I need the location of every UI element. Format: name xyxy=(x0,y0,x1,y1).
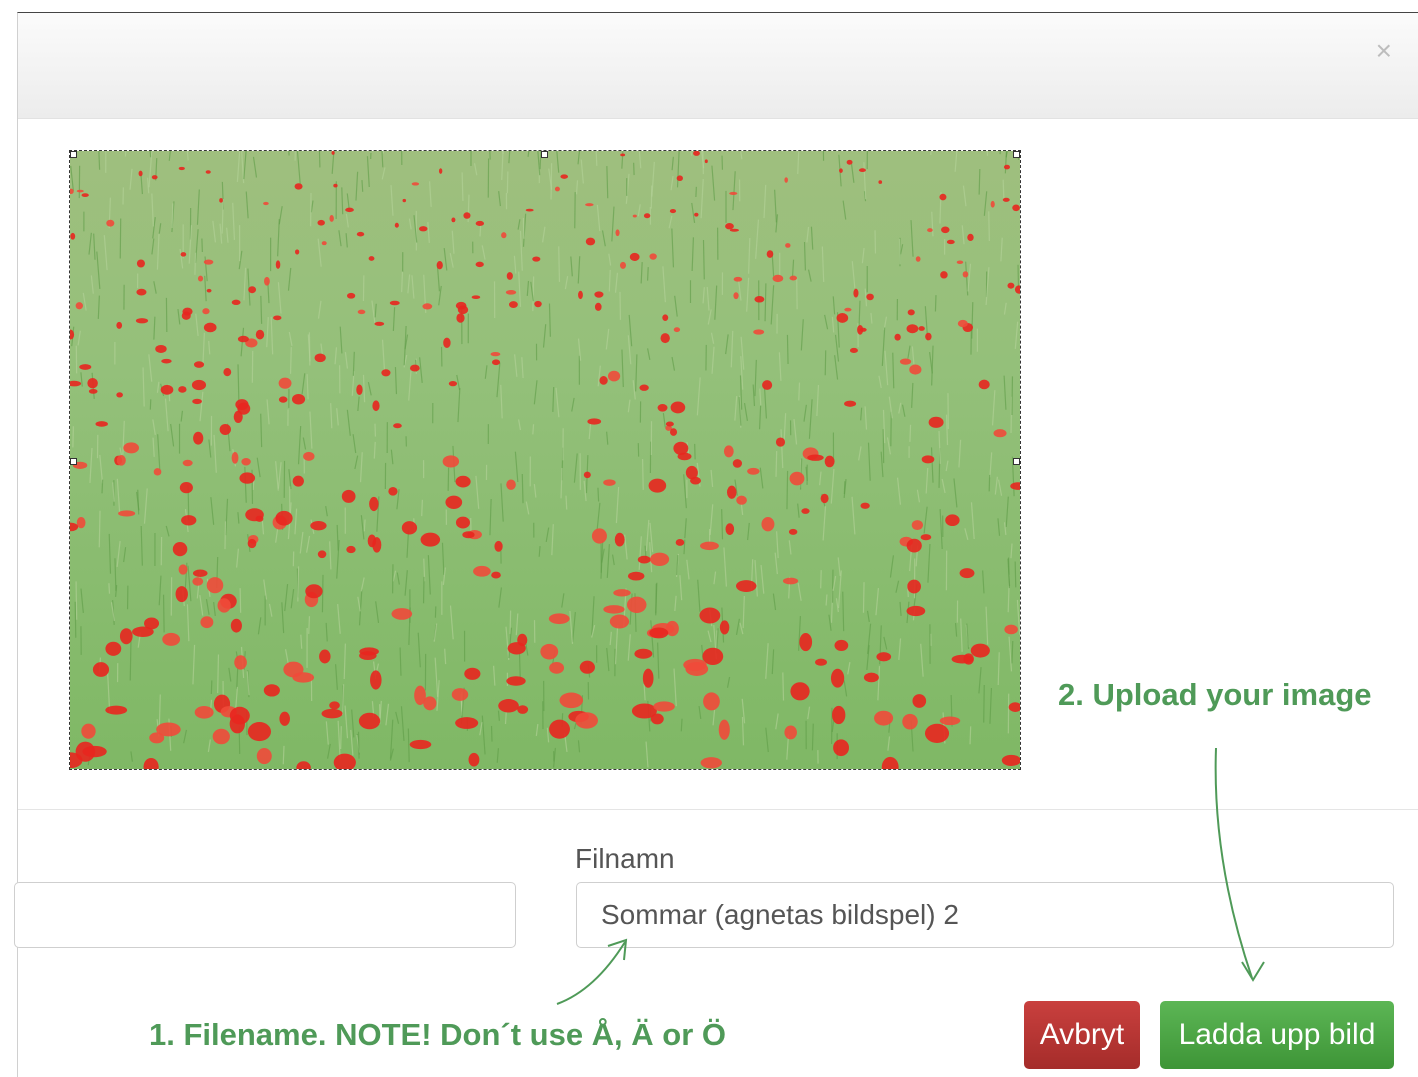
filename-field[interactable] xyxy=(576,882,1394,948)
image-crop-preview[interactable] xyxy=(69,150,1021,770)
poppy-field-image xyxy=(70,151,1020,769)
filename-label: Filnamn xyxy=(575,843,675,874)
section-divider xyxy=(18,809,1418,810)
crop-handle[interactable] xyxy=(70,151,77,158)
close-icon[interactable]: × xyxy=(1376,37,1392,65)
crop-handle[interactable] xyxy=(1013,458,1020,465)
crop-handle[interactable] xyxy=(70,458,77,465)
crop-handle[interactable] xyxy=(541,151,548,158)
upload-image-button[interactable]: Ladda upp bild xyxy=(1160,1001,1394,1069)
upload-instruction-note: 2. Upload your image xyxy=(1058,677,1372,712)
secondary-text-field[interactable] xyxy=(14,882,516,948)
cancel-button[interactable]: Avbryt xyxy=(1024,1001,1140,1069)
upload-image-dialog: × Filnamn Avbryt Ladda upp bild 1. Filen… xyxy=(14,12,1418,1077)
dialog-header: × xyxy=(18,13,1418,119)
filename-instruction-note: 1. Filename. NOTE! Don´t use Å, Ä or Ö xyxy=(149,1017,727,1052)
crop-handle[interactable] xyxy=(1013,151,1020,158)
